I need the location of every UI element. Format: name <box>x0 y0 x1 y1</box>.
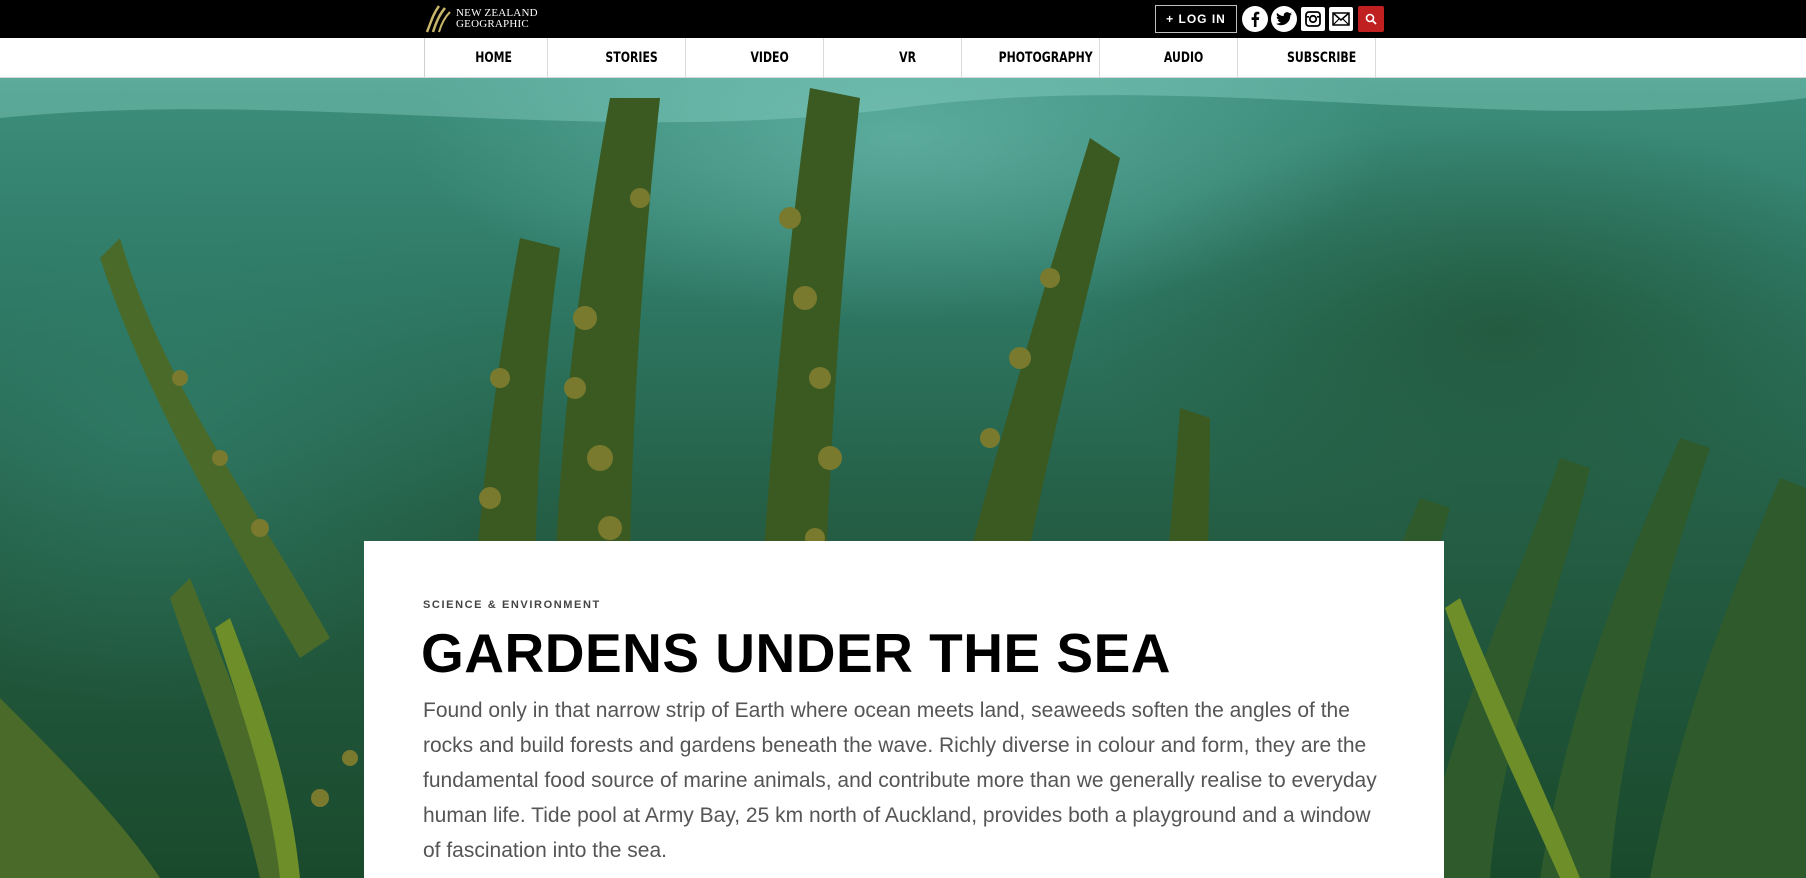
nav-item-home[interactable]: HOME <box>440 38 548 77</box>
login-button[interactable]: + LOG IN <box>1155 5 1237 33</box>
article-title: GARDENS UNDER THE SEA <box>421 622 1172 684</box>
article-category[interactable]: SCIENCE & ENVIRONMENT <box>423 599 601 611</box>
nav-item-video[interactable]: VIDEO <box>716 38 824 77</box>
nav-item-subscribe[interactable]: SUBSCRIBE <box>1268 38 1376 77</box>
nav-item-stories[interactable]: STORIES <box>578 38 686 77</box>
nav-label: PHOTOGRAPHY <box>998 49 1093 66</box>
main-nav-bar: HOME STORIES VIDEO VR PHOTOGRAPHY AUDIO … <box>0 38 1806 78</box>
email-icon[interactable] <box>1329 7 1353 31</box>
article-header-card: SCIENCE & ENVIRONMENT GARDENS UNDER THE … <box>364 541 1444 878</box>
nav-label: VR <box>899 49 917 66</box>
logo-wordmark: NEW ZEALAND GEOGRAPHIC <box>456 8 538 30</box>
article-lede: Found only in that narrow strip of Earth… <box>423 699 1377 862</box>
site-logo[interactable]: NEW ZEALAND GEOGRAPHIC <box>423 3 538 35</box>
nav-label: VIDEO <box>750 49 789 66</box>
main-nav: HOME STORIES VIDEO VR PHOTOGRAPHY AUDIO … <box>424 38 1391 77</box>
nav-label: AUDIO <box>1163 49 1204 66</box>
logo-fern-icon <box>425 5 451 33</box>
nav-label: HOME <box>475 49 512 66</box>
nav-item-photography[interactable]: PHOTOGRAPHY <box>992 38 1100 77</box>
nav-item-vr[interactable]: VR <box>854 38 962 77</box>
facebook-icon[interactable] <box>1242 6 1268 32</box>
nav-item-audio[interactable]: AUDIO <box>1130 38 1238 77</box>
nav-label: SUBSCRIBE <box>1287 49 1357 66</box>
twitter-icon[interactable] <box>1271 6 1297 32</box>
logo-line-2: GEOGRAPHIC <box>456 18 529 30</box>
instagram-icon[interactable] <box>1301 7 1325 31</box>
nav-label: STORIES <box>605 49 658 66</box>
top-bar: NEW ZEALAND GEOGRAPHIC + LOG IN <box>0 0 1806 38</box>
search-button[interactable] <box>1358 6 1384 32</box>
search-icon <box>1365 13 1377 25</box>
